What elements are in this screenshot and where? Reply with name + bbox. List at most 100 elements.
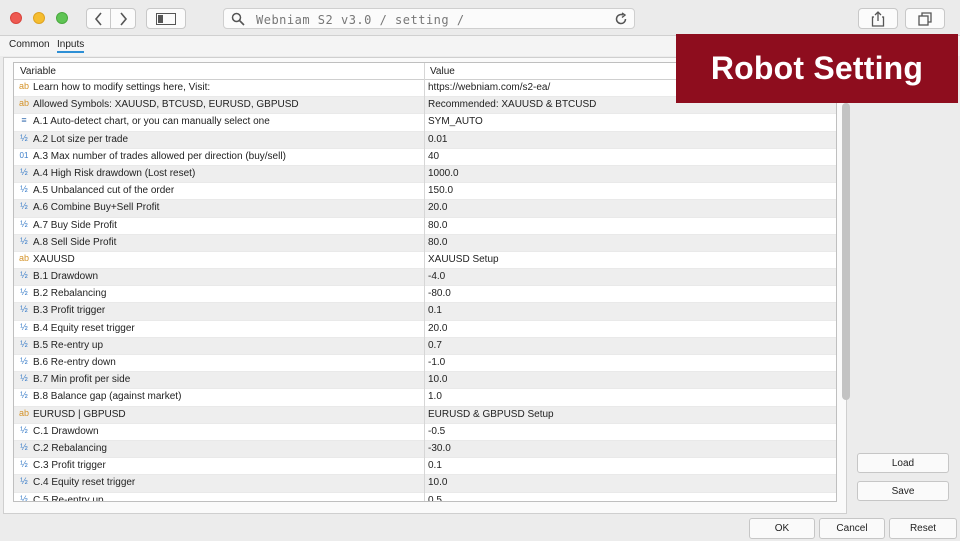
variable-name: A.6 Combine Buy+Sell Profit bbox=[33, 202, 160, 214]
table-row[interactable]: ½ B.4 Equity reset trigger 20.0 bbox=[14, 320, 836, 338]
variable-value[interactable]: 0.01 bbox=[428, 134, 447, 145]
variable-name: Learn how to modify settings here, Visit… bbox=[33, 82, 211, 93]
variable-value[interactable]: 150.0 bbox=[428, 185, 453, 196]
column-header-value[interactable]: Value bbox=[430, 66, 455, 77]
variable-value[interactable]: 10.0 bbox=[428, 477, 447, 488]
variable-name: C.2 Rebalancing bbox=[33, 442, 107, 454]
reset-button[interactable]: Reset bbox=[889, 518, 957, 539]
text-type-icon: ab bbox=[18, 252, 29, 263]
double-type-icon: ½ bbox=[20, 321, 28, 332]
table-row[interactable]: 01 A.3 Max number of trades allowed per d… bbox=[14, 148, 836, 166]
back-button[interactable] bbox=[86, 8, 111, 29]
window-titlebar: Webniam S2 v3.0 / setting / bbox=[0, 0, 960, 36]
variable-name: A.7 Buy Side Profit bbox=[33, 219, 117, 231]
integer-type-icon: 01 bbox=[19, 150, 29, 160]
variable-value[interactable]: -30.0 bbox=[428, 443, 451, 454]
show-tabs-button[interactable] bbox=[905, 8, 945, 29]
variable-value[interactable]: 40 bbox=[428, 151, 439, 162]
minimize-window-button[interactable] bbox=[33, 12, 45, 24]
inputs-panel: Variable Value ab Learn how to modify set… bbox=[3, 57, 850, 514]
load-button[interactable]: Load bbox=[857, 453, 949, 473]
table-row[interactable]: ½ A.2 Lot size per trade 0.01 bbox=[14, 131, 836, 149]
variable-value[interactable]: 20.0 bbox=[428, 323, 447, 334]
table-row[interactable]: ab XAUUSD XAUUSD Setup bbox=[14, 251, 836, 270]
double-type-icon: ½ bbox=[20, 459, 28, 470]
table-row[interactable]: ½ B.1 Drawdown -4.0 bbox=[14, 269, 836, 287]
table-row[interactable]: ½ B.7 Min profit per side 10.0 bbox=[14, 372, 836, 390]
table-row[interactable]: ½ C.5 Re-entry up 0.5 bbox=[14, 492, 836, 502]
variable-value[interactable]: 20.0 bbox=[428, 202, 447, 213]
variable-value[interactable]: https://webniam.com/s2-ea/ bbox=[428, 82, 550, 93]
variable-value[interactable]: 1000.0 bbox=[428, 168, 459, 179]
text-type-icon: ab bbox=[18, 81, 29, 91]
variable-value[interactable]: -0.5 bbox=[428, 426, 445, 437]
table-row[interactable]: ab EURUSD | GBPUSD EURUSD & GBPUSD Setup bbox=[14, 406, 836, 424]
address-text: Webniam S2 v3.0 / setting / bbox=[256, 13, 465, 27]
double-type-icon: ½ bbox=[20, 424, 28, 435]
tab-common[interactable]: Common bbox=[9, 39, 50, 50]
variable-value[interactable]: -4.0 bbox=[428, 271, 445, 282]
variable-value[interactable]: 10.0 bbox=[428, 374, 447, 385]
table-row[interactable]: ½ B.8 Balance gap (against market) 1.0 bbox=[14, 389, 836, 407]
table-row[interactable]: ½ C.2 Rebalancing -30.0 bbox=[14, 440, 836, 459]
table-body: ab Learn how to modify settings here, Vis… bbox=[14, 80, 836, 502]
table-row[interactable]: ½ A.5 Unbalanced cut of the order 150.0 bbox=[14, 183, 836, 201]
table-row[interactable]: ½ A.7 Buy Side Profit 80.0 bbox=[14, 217, 836, 235]
table-row[interactable]: ½ C.3 Profit trigger 0.1 bbox=[14, 458, 836, 476]
sidebar-icon bbox=[156, 12, 176, 25]
chevron-left-icon bbox=[94, 11, 102, 26]
address-bar[interactable]: Webniam S2 v3.0 / setting / bbox=[223, 8, 635, 29]
ok-button[interactable]: OK bbox=[749, 518, 815, 539]
variable-value[interactable]: XAUUSD Setup bbox=[428, 254, 499, 265]
variable-name: B.2 Rebalancing bbox=[33, 288, 107, 300]
variable-value[interactable]: Recommended: XAUUSD & BTCUSD bbox=[428, 99, 596, 110]
double-type-icon: ½ bbox=[20, 441, 28, 452]
banner-title: Robot Setting bbox=[710, 50, 924, 86]
variable-value[interactable]: 80.0 bbox=[428, 237, 447, 248]
double-type-icon: ½ bbox=[20, 166, 28, 177]
zoom-window-button[interactable] bbox=[56, 12, 68, 24]
table-row[interactable]: ½ C.1 Drawdown -0.5 bbox=[14, 423, 836, 441]
variable-value[interactable]: 0.5 bbox=[428, 495, 442, 502]
variable-value[interactable]: 0.7 bbox=[428, 340, 442, 351]
tabs-overview-icon bbox=[918, 11, 932, 26]
inputs-table: Variable Value ab Learn how to modify set… bbox=[13, 62, 837, 502]
double-type-icon: ½ bbox=[20, 132, 28, 143]
variable-value[interactable]: -1.0 bbox=[428, 357, 445, 368]
cancel-button[interactable]: Cancel bbox=[819, 518, 885, 539]
double-type-icon: ½ bbox=[20, 373, 28, 384]
save-button[interactable]: Save bbox=[857, 481, 949, 501]
variable-value[interactable]: 0.1 bbox=[428, 460, 442, 471]
table-row[interactable]: ½ C.4 Equity reset trigger 10.0 bbox=[14, 475, 836, 493]
column-header-variable[interactable]: Variable bbox=[20, 66, 56, 77]
double-type-icon: ½ bbox=[20, 287, 28, 298]
variable-value[interactable]: 0.1 bbox=[428, 305, 442, 316]
table-row[interactable]: ½ B.5 Re-entry up 0.7 bbox=[14, 337, 836, 355]
table-row[interactable]: ½ B.2 Rebalancing -80.0 bbox=[14, 286, 836, 304]
table-row[interactable]: ½ B.3 Profit trigger 0.1 bbox=[14, 303, 836, 321]
vertical-scrollbar[interactable] bbox=[842, 103, 850, 400]
forward-button[interactable] bbox=[111, 8, 136, 29]
share-button[interactable] bbox=[858, 8, 898, 29]
table-row[interactable]: ½ A.4 High Risk drawdown (Lost reset) 1000… bbox=[14, 165, 836, 184]
variable-value[interactable]: SYM_AUTO bbox=[428, 116, 483, 127]
column-divider[interactable] bbox=[424, 63, 425, 501]
variable-value[interactable]: 80.0 bbox=[428, 220, 447, 231]
close-window-button[interactable] bbox=[10, 12, 22, 24]
table-row[interactable]: ½ B.6 Re-entry down -1.0 bbox=[14, 355, 836, 373]
variable-value[interactable]: -80.0 bbox=[428, 288, 451, 299]
table-row[interactable]: ½ A.8 Sell Side Profit 80.0 bbox=[14, 234, 836, 252]
variable-value[interactable]: 1.0 bbox=[428, 391, 442, 402]
table-row[interactable]: ≡ A.1 Auto-detect chart, or you can manua… bbox=[14, 114, 836, 132]
reload-icon[interactable] bbox=[614, 12, 628, 26]
text-type-icon: ab bbox=[18, 407, 29, 418]
double-type-icon: ½ bbox=[20, 304, 28, 315]
table-row[interactable]: ½ A.6 Combine Buy+Sell Profit 20.0 bbox=[14, 200, 836, 218]
variable-value[interactable]: EURUSD & GBPUSD Setup bbox=[428, 409, 554, 420]
tab-inputs[interactable]: Inputs bbox=[57, 39, 84, 50]
double-type-icon: ½ bbox=[20, 356, 28, 366]
variable-name: B.4 Equity reset trigger bbox=[33, 322, 135, 334]
variable-name: A.8 Sell Side Profit bbox=[33, 236, 117, 248]
sidebar-toggle-button[interactable] bbox=[146, 8, 186, 29]
chevron-right-icon bbox=[120, 11, 128, 26]
